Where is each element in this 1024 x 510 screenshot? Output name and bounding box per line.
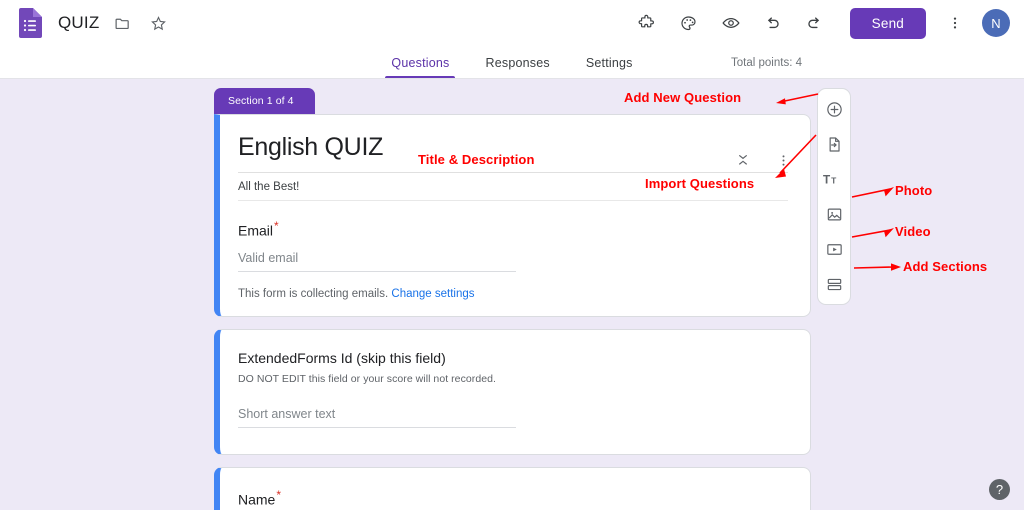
google-forms-icon[interactable] <box>18 8 42 38</box>
question-label-email-text: Email <box>238 222 274 239</box>
annotation-add-new-question: Add New Question <box>624 90 742 105</box>
annotation-photo: Photo <box>895 183 933 198</box>
change-settings-link[interactable]: Change settings <box>391 288 474 300</box>
eye-preview-icon[interactable] <box>718 10 744 36</box>
help-button[interactable]: ? <box>989 479 1010 500</box>
avatar[interactable]: N <box>982 9 1010 37</box>
add-section-icon[interactable] <box>821 271 847 297</box>
question-card-extendedforms-id[interactable]: ExtendedForms Id (skip this field) DO NO… <box>214 328 811 455</box>
redo-icon[interactable] <box>802 10 828 36</box>
tab-settings[interactable]: Settings <box>580 56 639 78</box>
annotation-video: Video <box>895 224 931 239</box>
editor-tabs: Questions Responses Settings <box>385 56 638 78</box>
add-title-description-icon[interactable]: T T <box>821 166 847 192</box>
top-bar-actions: Send N <box>618 7 1010 39</box>
google-forms-editor: QUIZ Send N Questions Responses Settings… <box>0 0 1024 510</box>
form-header-more-icon[interactable] <box>774 151 792 169</box>
star-icon[interactable] <box>145 10 171 36</box>
form-canvas: Section 1 of 4 English QUIZ All the Best… <box>0 79 1024 510</box>
document-title[interactable]: QUIZ <box>58 13 99 33</box>
folder-icon[interactable] <box>109 10 135 36</box>
collapse-chevrons-icon[interactable] <box>734 151 752 169</box>
form-header-content: English QUIZ All the Best! Email* Valid … <box>220 115 810 316</box>
editor-tab-bar: Questions Responses Settings Total point… <box>0 46 1024 79</box>
annotation-title-description: Title & Description <box>418 152 535 167</box>
question-card-content: ExtendedForms Id (skip this field) DO NO… <box>220 330 810 454</box>
annotation-import-questions: Import Questions <box>645 176 755 191</box>
add-video-icon[interactable] <box>821 236 847 262</box>
annotation-arrow-video <box>851 228 894 238</box>
short-answer-input[interactable]: Short answer text <box>238 407 516 428</box>
import-questions-icon[interactable] <box>821 131 847 157</box>
required-asterisk: * <box>274 219 279 233</box>
more-vert-icon[interactable] <box>942 10 968 36</box>
palette-theme-icon[interactable] <box>676 10 702 36</box>
total-points-label: Total points: 4 <box>731 57 802 69</box>
send-button[interactable]: Send <box>849 7 926 39</box>
question-card-content-name: Name* <box>220 468 810 510</box>
email-collection-note: This form is collecting emails. Change s… <box>238 288 788 300</box>
tab-responses[interactable]: Responses <box>479 56 555 78</box>
required-asterisk-name: * <box>276 487 282 502</box>
tab-questions[interactable]: Questions <box>385 56 456 78</box>
svg-text:T: T <box>823 173 831 186</box>
question-help-extendedforms-id: DO NOT EDIT this field or your score wil… <box>238 372 496 385</box>
add-question-icon[interactable] <box>821 96 847 122</box>
undo-icon[interactable] <box>760 10 786 36</box>
annotation-add-sections: Add Sections <box>903 259 988 274</box>
add-image-icon[interactable] <box>821 201 847 227</box>
form-header-actions <box>734 151 792 169</box>
question-card-name[interactable]: Name* <box>214 466 811 510</box>
question-label-name-text: Name <box>238 491 276 508</box>
question-label-email: Email* <box>238 219 788 239</box>
question-label-name[interactable]: Name* <box>238 488 788 508</box>
email-input[interactable]: Valid email <box>238 251 516 272</box>
email-collection-note-text: This form is collecting emails. <box>238 287 389 300</box>
annotation-arrow-photo <box>851 187 894 198</box>
question-label-extendedforms-id[interactable]: ExtendedForms Id (skip this field) <box>238 350 788 366</box>
form-header-card[interactable]: English QUIZ All the Best! Email* Valid … <box>214 114 811 317</box>
annotation-arrow-add-sections <box>853 263 901 271</box>
question-tools-toolbar: T T <box>817 88 851 305</box>
svg-text:T: T <box>831 175 837 185</box>
section-tab[interactable]: Section 1 of 4 <box>214 88 315 114</box>
top-bar: QUIZ Send N <box>0 0 1024 46</box>
puzzle-addons-icon[interactable] <box>634 10 660 36</box>
